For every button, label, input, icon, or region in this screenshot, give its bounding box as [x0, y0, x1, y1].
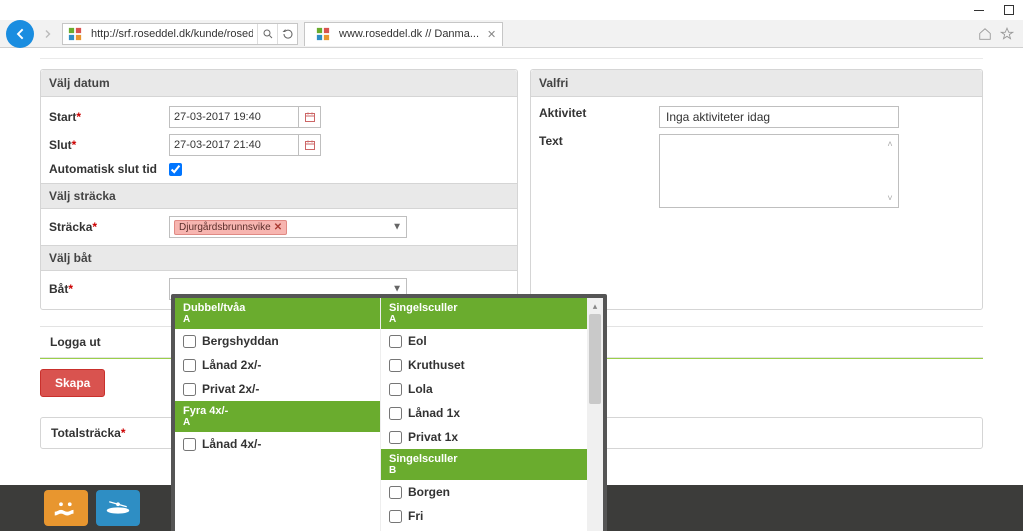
option-checkbox[interactable] — [183, 359, 196, 372]
section-route-header: Välj sträcka — [41, 183, 517, 209]
minimize-icon[interactable] — [973, 4, 985, 16]
option-checkbox[interactable] — [183, 383, 196, 396]
calendar-icon[interactable] — [299, 134, 321, 156]
chevron-down-icon: ▼ — [392, 284, 402, 295]
search-icon[interactable] — [257, 24, 277, 44]
option-checkbox[interactable] — [389, 335, 402, 348]
site-favicon-icon — [67, 26, 83, 42]
panel-date: Välj datum Start* 27-03-2017 19:40 Slut*… — [40, 69, 518, 310]
dropdown-scrollbar[interactable]: ▴ ▾ — [587, 298, 603, 531]
dropdown-option[interactable]: Fri — [381, 504, 587, 528]
nav-back-button[interactable] — [6, 20, 34, 48]
option-label: Privat 1x — [408, 430, 458, 444]
route-select[interactable]: Djurgårdsbrunnsvike✕ ▼ — [169, 216, 407, 238]
option-checkbox[interactable] — [389, 510, 402, 523]
tag-remove-icon[interactable]: ✕ — [274, 222, 282, 233]
option-checkbox[interactable] — [389, 407, 402, 420]
text-label: Text — [539, 134, 659, 148]
dropdown-option[interactable]: Eol — [381, 329, 587, 353]
option-label: Bergshyddan — [202, 334, 279, 348]
window-titlebar — [0, 0, 1023, 20]
option-checkbox[interactable] — [389, 431, 402, 444]
total-distance-label: Totalsträcka — [51, 426, 121, 440]
option-label: Kruthuset — [408, 358, 465, 372]
section-boat-header: Välj båt — [41, 245, 517, 271]
dropdown-option[interactable]: Borgen — [381, 480, 587, 504]
dropdown-group-header: Fyra 4x/-A — [175, 401, 380, 432]
nav-forward-button[interactable] — [38, 24, 58, 44]
boat-dropdown-popup: Dubbel/tvåaA Bergshyddan Lånad 2x/- Privat … — [171, 294, 607, 531]
create-button[interactable]: Skapa — [40, 369, 105, 397]
option-label: Privat 2x/- — [202, 382, 259, 396]
option-checkbox[interactable] — [389, 359, 402, 372]
auto-end-checkbox[interactable] — [169, 163, 182, 176]
dropdown-option[interactable]: Privat 2x/- — [175, 377, 380, 401]
option-checkbox[interactable] — [389, 383, 402, 396]
dropdown-group-header: SingelscullerB — [381, 449, 587, 480]
tab-title: www.roseddel.dk // Danma... — [339, 28, 479, 40]
home-icon[interactable] — [977, 26, 993, 42]
option-checkbox[interactable] — [183, 438, 196, 451]
scroll-up-icon[interactable]: ▴ — [587, 298, 603, 314]
page-content: Välj datum Start* 27-03-2017 19:40 Slut*… — [0, 48, 1023, 531]
route-label: Sträcka — [49, 220, 92, 234]
panel-date-header: Välj datum — [41, 70, 517, 97]
scroll-thumb[interactable] — [589, 314, 601, 404]
dropdown-option[interactable]: Lånad 1x — [381, 401, 587, 425]
boat-label: Båt — [49, 282, 68, 296]
dropdown-group-header: Dubbel/tvåaA — [175, 298, 380, 329]
chevron-down-icon: ▼ — [392, 222, 402, 233]
address-bar[interactable] — [62, 23, 298, 45]
tab-favicon-icon — [315, 26, 331, 42]
dropdown-group-header: SingelscullerA — [381, 298, 587, 329]
favorite-icon[interactable] — [999, 26, 1015, 42]
kayak-icon[interactable] — [96, 490, 140, 526]
option-label: Lånad 4x/- — [202, 437, 261, 451]
chrome-right-icons — [977, 26, 1017, 42]
dropdown-option[interactable]: Kruthuset — [381, 353, 587, 377]
dropdown-option[interactable]: Privat 1x — [381, 425, 587, 449]
panel-optional: Valfri Aktivitet Inga aktiviteter idag T… — [530, 69, 983, 310]
route-tag[interactable]: Djurgårdsbrunnsvike✕ — [174, 220, 287, 235]
start-datetime-input[interactable]: 27-03-2017 19:40 — [169, 106, 299, 128]
url-input[interactable] — [87, 26, 257, 42]
browser-tab[interactable]: www.roseddel.dk // Danma... ✕ — [304, 22, 503, 46]
refresh-icon[interactable] — [277, 24, 297, 44]
option-label: Eol — [408, 334, 427, 348]
end-datetime-input[interactable]: 27-03-2017 21:40 — [169, 134, 299, 156]
dropdown-option[interactable]: Bergshyddan — [175, 329, 380, 353]
option-label: Lola — [408, 382, 433, 396]
browser-toolbar: www.roseddel.dk // Danma... ✕ — [0, 20, 1023, 48]
dropdown-option[interactable]: Lola — [381, 377, 587, 401]
option-checkbox[interactable] — [183, 335, 196, 348]
scroll-down-icon[interactable]: ˅ — [887, 193, 892, 203]
activity-label: Aktivitet — [539, 106, 659, 120]
option-label: Borgen — [408, 485, 450, 499]
auto-end-label: Automatisk slut tid — [49, 162, 169, 176]
option-checkbox[interactable] — [389, 486, 402, 499]
activity-input[interactable]: Inga aktiviteter idag — [659, 106, 899, 128]
tab-close-icon[interactable]: ✕ — [487, 28, 496, 41]
scroll-up-icon[interactable]: ˄ — [887, 139, 892, 149]
end-label: Slut — [49, 138, 72, 152]
option-label: Lånad 2x/- — [202, 358, 261, 372]
text-textarea[interactable]: ˄ ˅ — [659, 134, 899, 208]
textarea-scrollbar[interactable]: ˄ ˅ — [884, 139, 896, 203]
rowing-icon[interactable] — [44, 490, 88, 526]
dropdown-option[interactable]: Lånad 4x/- — [175, 432, 380, 456]
start-label: Start — [49, 110, 76, 124]
maximize-icon[interactable] — [1003, 4, 1015, 16]
option-label: Lånad 1x — [408, 406, 460, 420]
option-label: Fri — [408, 509, 423, 523]
panel-optional-header: Valfri — [531, 70, 982, 97]
dropdown-option[interactable]: Lånad 2x/- — [175, 353, 380, 377]
calendar-icon[interactable] — [299, 106, 321, 128]
